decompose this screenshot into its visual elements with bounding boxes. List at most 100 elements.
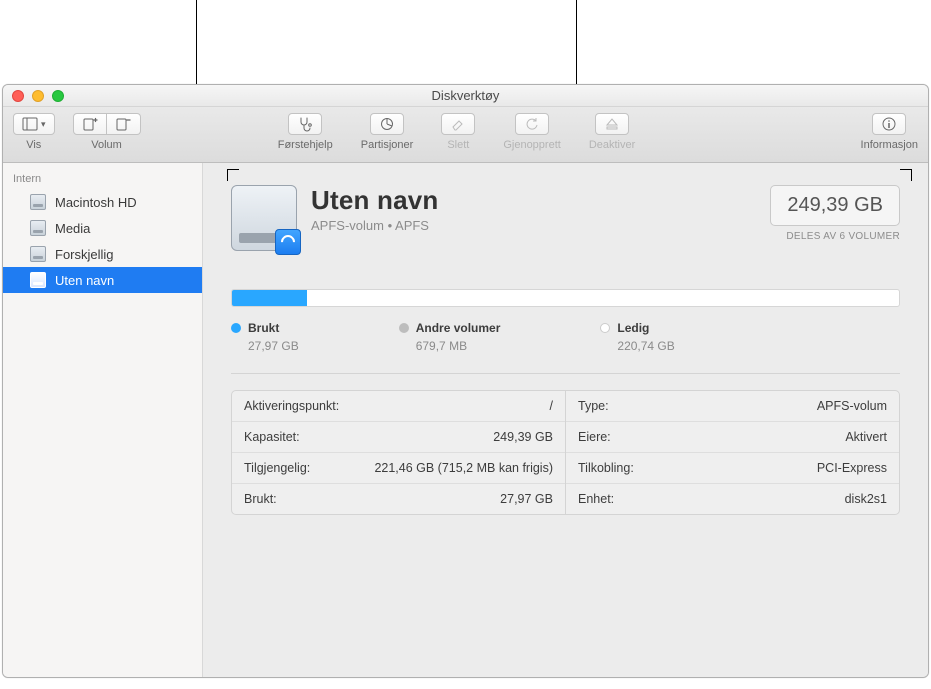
info-row: Tilkobling: PCI-Express	[566, 453, 899, 484]
legend-value: 220,74 GB	[617, 339, 674, 353]
info-row: Enhet: disk2s1	[566, 484, 899, 514]
info-key: Enhet:	[578, 492, 614, 506]
info-value: disk2s1	[845, 492, 887, 506]
window-title: Diskverktøy	[3, 88, 928, 103]
firstaid-button[interactable]	[288, 113, 322, 135]
info-value: PCI-Express	[817, 461, 887, 475]
callout-line	[576, 0, 577, 84]
disk-icon	[29, 193, 47, 211]
info-key: Kapasitet:	[244, 430, 300, 444]
info-key: Tilgjengelig:	[244, 461, 310, 475]
volume-label: Volum	[91, 139, 122, 151]
volume-shared-label: DELES AV 6 VOLUMER	[770, 231, 900, 242]
stethoscope-icon	[297, 116, 313, 132]
volume-plus-icon	[82, 116, 98, 132]
view-button[interactable]: ▾	[13, 113, 55, 135]
legend-free: Ledig 220,74 GB	[600, 321, 674, 353]
info-key: Eiere:	[578, 430, 611, 444]
partition-label: Partisjoner	[361, 139, 414, 151]
info-key: Tilkobling:	[578, 461, 634, 475]
info-button[interactable]	[872, 113, 906, 135]
sidebar-item-media[interactable]: Media	[3, 215, 202, 241]
view-label: Vis	[26, 139, 41, 151]
partition-button[interactable]	[370, 113, 404, 135]
info-row: Type: APFS-volum	[566, 391, 899, 422]
erase-label: Slett	[447, 139, 469, 151]
add-volume-button[interactable]	[73, 113, 107, 135]
toolbar-group-volume: Volum	[73, 113, 141, 151]
volume-large-icon	[231, 185, 297, 251]
remove-volume-button[interactable]	[107, 113, 141, 135]
sidebar-item-label: Macintosh HD	[55, 195, 137, 210]
info-label: Informasjon	[861, 139, 918, 151]
divider	[231, 373, 900, 374]
info-icon	[881, 116, 897, 132]
main-panel: Uten navn APFS-volum • APFS 249,39 GB DE…	[203, 163, 928, 677]
legend-label: Brukt	[248, 321, 279, 335]
sidebar-item-label: Forskjellig	[55, 247, 114, 262]
sidebar-section-internal: Intern	[3, 169, 202, 189]
info-col-right: Type: APFS-volum Eiere: Aktivert Tilkoblin…	[566, 391, 899, 514]
sidebar-item-forskjellig[interactable]: Forskjellig	[3, 241, 202, 267]
info-row: Eiere: Aktivert	[566, 422, 899, 453]
legend-label: Ledig	[617, 321, 649, 335]
sidebar-item-label: Media	[55, 221, 90, 236]
erase-button[interactable]	[441, 113, 475, 135]
eject-icon	[604, 116, 620, 132]
toolbar: ▾ Vis Volum Førstehjelp	[3, 107, 928, 163]
disk-icon	[29, 271, 47, 289]
restore-label: Gjenopprett	[503, 139, 560, 151]
info-key: Brukt:	[244, 492, 277, 506]
firstaid-label: Førstehjelp	[278, 139, 333, 151]
swatch-icon	[399, 323, 409, 333]
disk-icon	[29, 245, 47, 263]
volume-minus-icon	[115, 116, 131, 132]
sidebar: Intern Macintosh HD Media Forskjellig Ut…	[3, 163, 203, 677]
legend-other: Andre volumer 679,7 MB	[399, 321, 501, 353]
unmount-button[interactable]	[595, 113, 629, 135]
titlebar: Diskverktøy	[3, 85, 928, 107]
info-value: 27,97 GB	[500, 492, 553, 506]
usage-legend: Brukt 27,97 GB Andre volumer 679,7 MB Le…	[231, 321, 900, 353]
disk-icon	[29, 219, 47, 237]
info-row: Brukt: 27,97 GB	[232, 484, 565, 514]
toolbar-group-info: Informasjon	[861, 113, 918, 151]
toolbar-group-view: ▾ Vis	[13, 113, 55, 151]
app-window: Diskverktøy ▾ Vis Volum	[2, 84, 929, 678]
info-value: 221,46 GB (715,2 MB kan frigis)	[374, 461, 553, 475]
sidebar-item-label: Uten navn	[55, 273, 114, 288]
swatch-icon	[600, 323, 610, 333]
legend-value: 27,97 GB	[248, 339, 299, 353]
info-key: Aktiveringspunkt:	[244, 399, 339, 413]
usage-bar	[231, 289, 900, 307]
unmount-label: Deaktiver	[589, 139, 635, 151]
swatch-icon	[231, 323, 241, 333]
sidebar-layout-icon	[22, 116, 38, 132]
sidebar-item-macintosh-hd[interactable]: Macintosh HD	[3, 189, 202, 215]
usage-bar-used	[232, 290, 307, 306]
info-col-left: Aktiveringspunkt: / Kapasitet: 249,39 GB T…	[232, 391, 566, 514]
chevron-down-icon: ▾	[41, 119, 46, 130]
eraser-icon	[450, 116, 466, 132]
info-value: APFS-volum	[817, 399, 887, 413]
volume-size-box: 249,39 GB	[770, 185, 900, 226]
restore-icon	[524, 116, 540, 132]
legend-used: Brukt 27,97 GB	[231, 321, 299, 353]
legend-label: Andre volumer	[416, 321, 501, 335]
sidebar-item-uten-navn[interactable]: Uten navn	[3, 267, 202, 293]
volume-name: Uten navn	[311, 185, 770, 216]
info-key: Type:	[578, 399, 609, 413]
pie-icon	[379, 116, 395, 132]
info-row: Tilgjengelig: 221,46 GB (715,2 MB kan fri…	[232, 453, 565, 484]
info-table: Aktiveringspunkt: / Kapasitet: 249,39 GB T…	[231, 390, 900, 515]
restore-button[interactable]	[515, 113, 549, 135]
legend-value: 679,7 MB	[416, 339, 501, 353]
info-row: Aktiveringspunkt: /	[232, 391, 565, 422]
info-value: 249,39 GB	[493, 430, 553, 444]
callout-line	[196, 0, 197, 84]
finder-badge-icon	[275, 229, 301, 255]
info-row: Kapasitet: 249,39 GB	[232, 422, 565, 453]
info-value: /	[550, 399, 553, 413]
info-value: Aktivert	[845, 430, 887, 444]
volume-subtitle: APFS-volum • APFS	[311, 218, 770, 233]
